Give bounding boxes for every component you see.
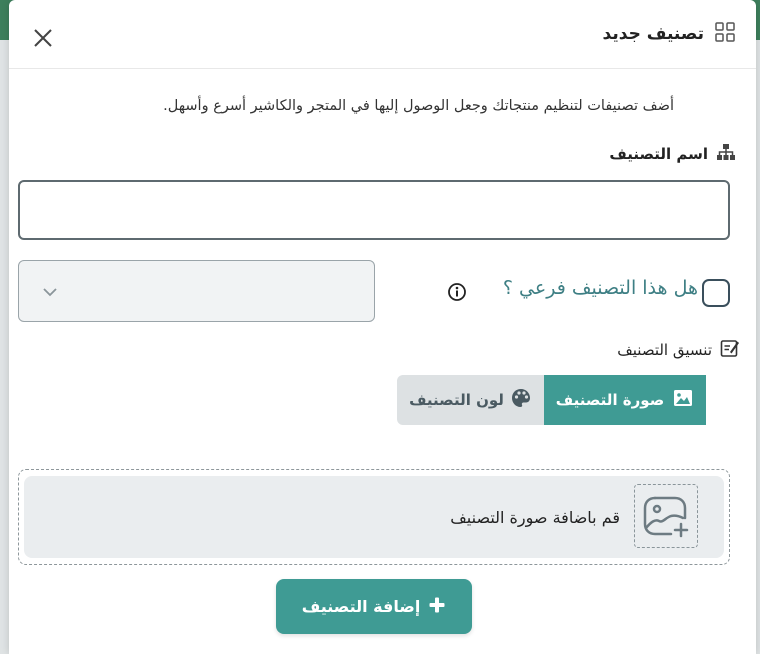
plus-icon	[428, 596, 446, 618]
tab-category-image[interactable]: صورة التصنيف	[544, 375, 706, 425]
category-name-input[interactable]	[18, 180, 730, 240]
sitemap-icon	[716, 143, 736, 165]
modal-title-group: تصنيف جديد	[603, 22, 736, 46]
category-name-label-group: اسم التصنيف	[609, 143, 736, 165]
tab-category-color[interactable]: لون التصنيف	[397, 375, 544, 425]
close-icon	[34, 29, 52, 47]
modal-title: تصنيف جديد	[602, 24, 704, 44]
grid-icon	[714, 21, 736, 47]
image-upload-text: قم باضافة صورة التصنيف	[450, 508, 620, 527]
subcategory-label: هل هذا التصنيف فرعي ؟	[502, 277, 698, 299]
subcategory-checkbox[interactable]	[702, 279, 730, 307]
chevron-down-icon	[41, 283, 59, 305]
formatting-tabs: لون التصنيف صورة التصنيف	[397, 375, 706, 425]
page-backdrop-right	[756, 40, 760, 654]
category-formatting-label: تنسيق التصنيف	[617, 341, 712, 359]
category-formatting-label-group: تنسيق التصنيف	[617, 338, 740, 362]
parent-category-select[interactable]	[18, 260, 375, 322]
info-icon[interactable]	[447, 282, 467, 302]
image-icon	[672, 387, 694, 413]
tab-category-image-label: صورة التصنيف	[555, 391, 665, 409]
add-category-button[interactable]: إضافة التصنيف	[276, 579, 472, 634]
tab-category-color-label: لون التصنيف	[409, 391, 504, 409]
add-image-icon	[634, 484, 698, 548]
close-button[interactable]	[29, 24, 57, 52]
category-name-label: اسم التصنيف	[609, 145, 708, 163]
modal-description: أضف تصنيفات لتنظيم منتجاتك وجعل الوصول إ…	[163, 98, 674, 114]
palette-icon	[510, 387, 532, 413]
modal-header: تصنيف جديد	[9, 0, 756, 69]
add-category-button-label: إضافة التصنيف	[301, 597, 421, 616]
edit-icon	[720, 338, 740, 362]
